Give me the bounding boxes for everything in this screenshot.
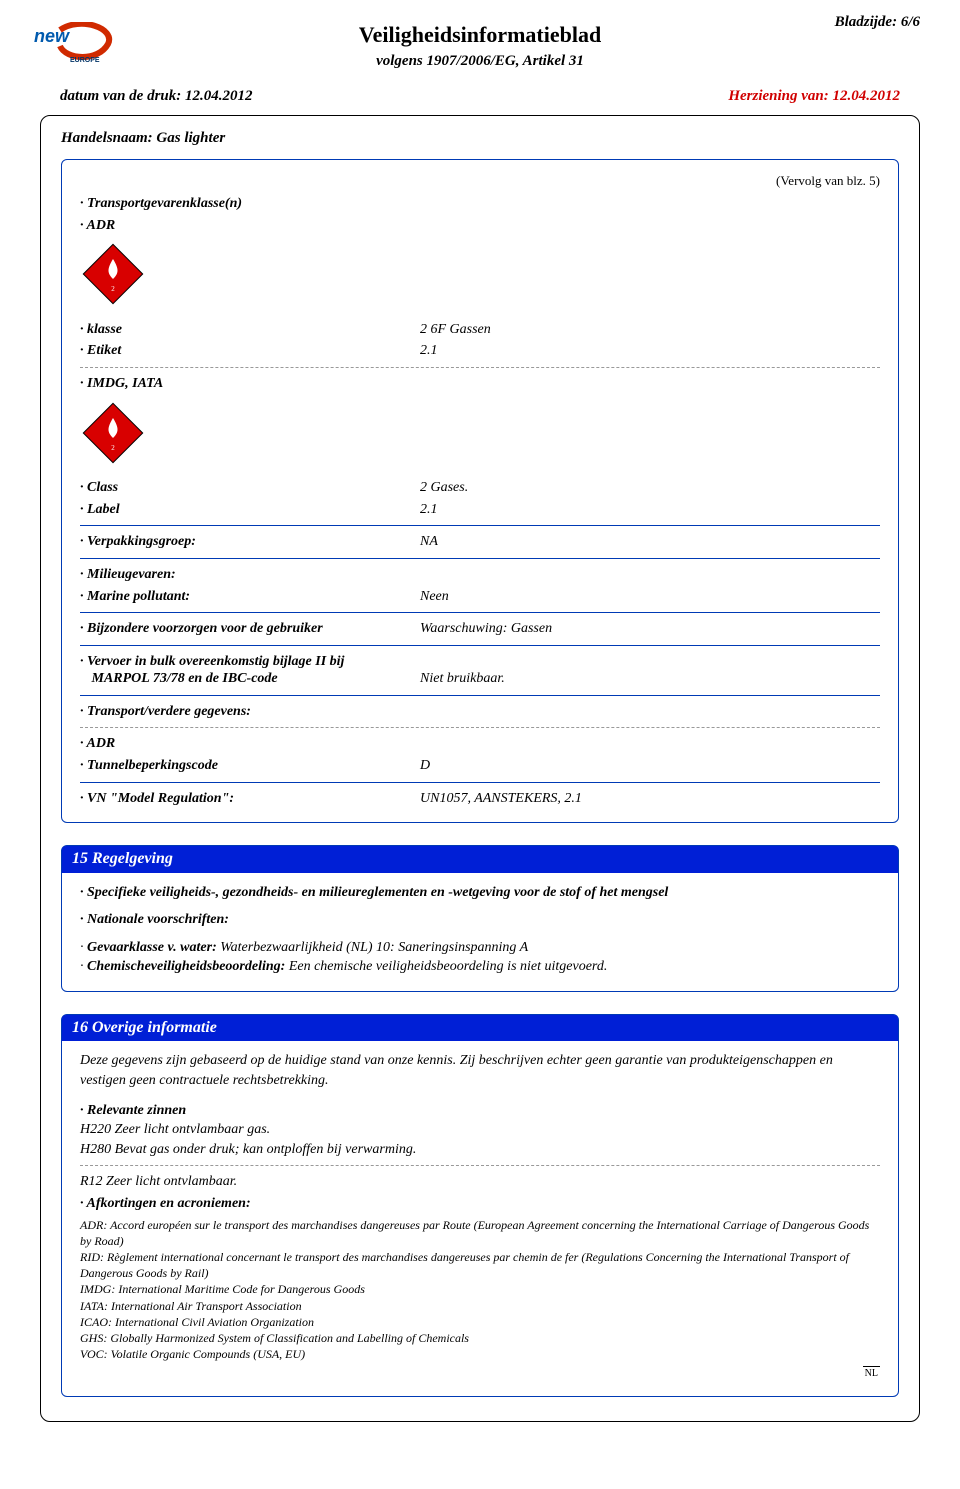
klasse-row: klasse 2 6F Gassen <box>80 320 880 340</box>
abbr-item: GHS: Globally Harmonized System of Class… <box>80 1330 880 1346</box>
trade-name: Handelsnaam: Gas lighter <box>61 128 899 149</box>
label-value: 2.1 <box>420 500 438 520</box>
section-14-box: (Vervolg van blz. 5) Transportgevarenkla… <box>61 159 899 823</box>
unmodel-label: VN "Model Regulation": <box>80 789 420 809</box>
section-15-header: 15 Regelgeving <box>62 846 898 872</box>
outer-box: Handelsnaam: Gas lighter (Vervolg van bl… <box>40 115 920 1422</box>
label-row: Label 2.1 <box>80 500 880 520</box>
tunnel-label: Tunnelbeperkingscode <box>80 756 420 776</box>
precautions-value: Waarschuwing: Gassen <box>420 619 552 639</box>
etiket-value: 2.1 <box>420 341 438 361</box>
further-label: Transport/verdere gegevens: <box>80 702 880 722</box>
revision-date: Herziening van: 12.04.2012 <box>728 86 900 107</box>
tunnel-row: Tunnelbeperkingscode D <box>80 756 880 776</box>
abbr-list: ADR: Accord européen sur le transport de… <box>80 1217 880 1363</box>
r12: R12 Zeer licht ontvlambaar. <box>80 1172 880 1192</box>
svg-text:2: 2 <box>111 285 115 293</box>
print-date: datum van de druk: 12.04.2012 <box>60 86 253 107</box>
marine-row: Marine pollutant: Neen <box>80 587 880 607</box>
packgroup-label: Verpakkingsgroep: <box>80 532 420 552</box>
bulk-value: Niet bruikbaar. <box>420 669 505 689</box>
page-number: Bladzijde: 6/6 <box>835 12 920 33</box>
label-label: Label <box>80 500 420 520</box>
h220: H220 Zeer licht ontvlambaar gas. <box>80 1120 880 1140</box>
klasse-label: klasse <box>80 320 420 340</box>
h280: H280 Bevat gas onder druk; kan ontploffe… <box>80 1140 880 1160</box>
unmodel-row: VN "Model Regulation": UN1057, AANSTEKER… <box>80 789 880 809</box>
marine-label: Marine pollutant: <box>80 587 420 607</box>
sec16-intro: Deze gegevens zijn gebaseerd op de huidi… <box>80 1051 880 1090</box>
abbr-item: ICAO: International Civil Aviation Organ… <box>80 1314 880 1330</box>
bulk-row2: ·MARPOL 73/78 en de IBC-code Niet bruikb… <box>80 669 880 689</box>
footer-code: NL <box>80 1366 880 1381</box>
doc-subtitle: volgens 1907/2006/EG, Artikel 31 <box>40 51 920 72</box>
continued-note: (Vervolg van blz. 5) <box>80 172 880 190</box>
bulk-label2: ·MARPOL 73/78 en de IBC-code <box>80 669 420 689</box>
marine-value: Neen <box>420 587 449 607</box>
meta-row: datum van de druk: 12.04.2012 Herziening… <box>40 86 920 107</box>
svg-text:EUROPE: EUROPE <box>70 57 100 64</box>
rel-label: Relevante zinnen <box>80 1101 880 1121</box>
abbr-item: ADR: Accord européen sur le transport de… <box>80 1217 880 1249</box>
logo: new EUROPE <box>30 22 116 73</box>
svg-text:2: 2 <box>111 444 115 452</box>
section-16-header: 16 Overige informatie <box>62 1015 898 1041</box>
sec15-gev: · Gevaarklasse v. water: Waterbezwaarlij… <box>80 938 880 958</box>
klasse-value: 2 6F Gassen <box>420 320 491 340</box>
header-center: Veiligheidsinformatieblad volgens 1907/2… <box>40 20 920 72</box>
tunnel-value: D <box>420 756 430 776</box>
abbr-item: RID: Règlement international concernant … <box>80 1249 880 1281</box>
hazard-diamond-icon-2: 2 <box>80 400 880 473</box>
etiket-label: Etiket <box>80 341 420 361</box>
adr-heading: ADR <box>80 216 880 236</box>
doc-title: Veiligheidsinformatieblad <box>40 20 920 51</box>
envhaz-label: Milieugevaren: <box>80 565 880 585</box>
sec15-csa: · Chemischeveiligheidsbeoordeling: Een c… <box>80 957 880 977</box>
etiket-row: Etiket 2.1 <box>80 341 880 361</box>
abbr-item: IATA: International Air Transport Associ… <box>80 1298 880 1314</box>
precautions-label: Bijzondere voorzorgen voor de gebruiker <box>80 619 420 639</box>
class-value: 2 Gases. <box>420 478 468 498</box>
page: Bladzijde: 6/6 new EUROPE Veiligheidsinf… <box>0 0 960 1462</box>
transport-classes-label: Transportgevarenklasse(n) <box>80 194 880 214</box>
unmodel-value: UN1057, AANSTEKERS, 2.1 <box>420 789 582 809</box>
sec15-spec: Specifieke veiligheids-, gezondheids- en… <box>80 883 880 903</box>
abbr-item: VOC: Volatile Organic Compounds (USA, EU… <box>80 1346 880 1362</box>
section-15-box: 15 Regelgeving Specifieke veiligheids-, … <box>61 845 899 992</box>
packgroup-row: Verpakkingsgroep: NA <box>80 532 880 552</box>
abbr-item: IMDG: International Maritime Code for Da… <box>80 1281 880 1297</box>
class-label: Class <box>80 478 420 498</box>
precautions-row: Bijzondere voorzorgen voor de gebruiker … <box>80 619 880 639</box>
hazard-diamond-icon: 2 <box>80 241 880 314</box>
sec15-nat: Nationale voorschriften: <box>80 910 880 930</box>
adr2-heading: ADR <box>80 734 880 754</box>
packgroup-value: NA <box>420 532 438 552</box>
class-row: Class 2 Gases. <box>80 478 880 498</box>
section-16-box: 16 Overige informatie Deze gegevens zijn… <box>61 1014 899 1397</box>
abbr-label: Afkortingen en acroniemen: <box>80 1194 880 1214</box>
imdg-iata-heading: IMDG, IATA <box>80 374 880 394</box>
